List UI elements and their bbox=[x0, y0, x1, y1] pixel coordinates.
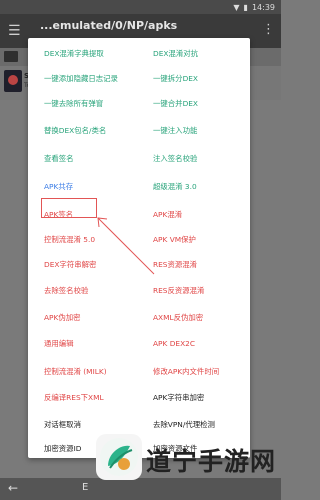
menu-item[interactable]: 一键去除所有弹窗 bbox=[42, 95, 105, 112]
watermark: 道宁手游网 bbox=[90, 428, 281, 500]
menu-item[interactable]: DEX混淆字典提取 bbox=[42, 45, 106, 62]
watermark-logo-icon bbox=[96, 434, 142, 480]
menu-item[interactable]: 控制流混淆 (MILK) bbox=[42, 363, 109, 380]
more-options-icon[interactable]: ⋮ bbox=[262, 22, 275, 37]
menu-item[interactable]: 对话框取消 bbox=[42, 416, 83, 433]
app-bar-title: ...emulated/0/NP/apks bbox=[40, 19, 178, 32]
menu-item[interactable]: 查看签名 bbox=[42, 150, 76, 167]
bottom-bar-label: E bbox=[82, 482, 89, 493]
folder-icon bbox=[4, 51, 18, 62]
options-dialog: DEX混淆字典提取 一键添加隐藏日志记录 一键去除所有弹窗 替换DEX包名/类名… bbox=[28, 38, 250, 458]
menu-item[interactable]: APK伪加密 bbox=[42, 309, 83, 326]
menu-item[interactable]: APK VM保护 bbox=[151, 231, 198, 248]
status-time: 14:39 bbox=[251, 2, 275, 12]
menu-item[interactable]: 注入签名校验 bbox=[151, 150, 199, 167]
menu-item[interactable]: 去除签名校验 bbox=[42, 282, 90, 299]
status-bar: ▼ ▮ 14:39 bbox=[0, 0, 281, 14]
menu-item[interactable]: APK字符串加密 bbox=[151, 389, 206, 406]
menu-item[interactable]: 替换DEX包名/类名 bbox=[42, 122, 108, 139]
menu-item[interactable]: 反编译RES下XML bbox=[42, 389, 106, 406]
app-thumbnail bbox=[4, 70, 22, 92]
back-arrow-icon[interactable]: ← bbox=[8, 481, 18, 495]
menu-item[interactable]: APK DEX2C bbox=[151, 335, 197, 352]
menu-item[interactable]: DEX混淆对抗 bbox=[151, 45, 200, 62]
menu-item[interactable]: 一键注入功能 bbox=[151, 122, 199, 139]
annotation-arrow bbox=[97, 217, 155, 275]
menu-item[interactable]: 一键添加隐藏日志记录 bbox=[42, 70, 120, 87]
menu-item[interactable]: RES资源混淆 bbox=[151, 256, 199, 273]
menu-item[interactable]: 加密资源ID bbox=[42, 440, 83, 457]
menu-item[interactable]: 超级混淆 3.0 bbox=[151, 178, 199, 195]
menu-item[interactable]: RES反资源混淆 bbox=[151, 282, 206, 299]
menu-item[interactable]: AXML反伪加密 bbox=[151, 309, 205, 326]
menu-item[interactable]: 一键拆分DEX bbox=[151, 70, 200, 87]
menu-icon[interactable]: ☰ bbox=[8, 23, 21, 39]
menu-item[interactable]: APK共存 bbox=[42, 178, 75, 195]
battery-icon: ▮ bbox=[243, 2, 248, 12]
watermark-text: 道宁手游网 bbox=[146, 447, 277, 476]
menu-item[interactable]: 通用编辑 bbox=[42, 335, 76, 352]
menu-item[interactable]: 一键合并DEX bbox=[151, 95, 200, 112]
signal-icon: ▼ bbox=[233, 2, 240, 12]
menu-item[interactable]: 修改APK内文件时间 bbox=[151, 363, 221, 380]
